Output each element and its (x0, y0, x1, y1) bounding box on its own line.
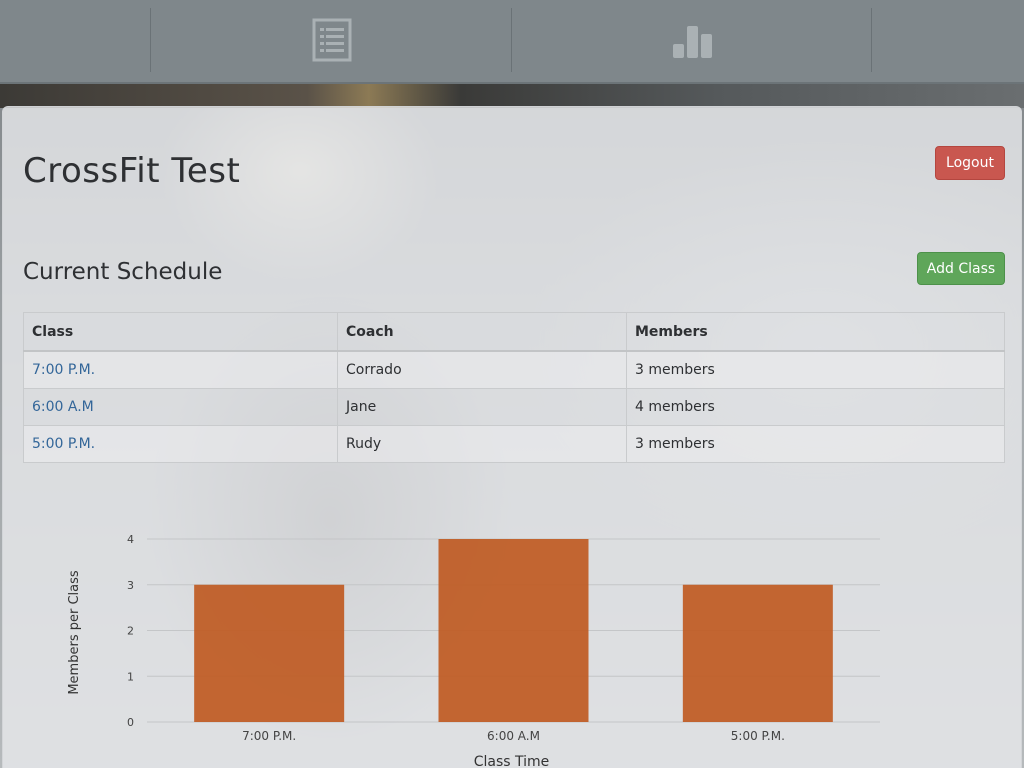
bar (438, 539, 589, 722)
coach-cell: Rudy (337, 425, 627, 463)
class-cell: 6:00 A.M (23, 388, 338, 426)
background-image (0, 84, 1024, 108)
table-row: 5:00 P.M. Rudy 3 members (23, 425, 1005, 463)
class-link[interactable]: 7:00 P.M. (32, 362, 95, 378)
members-cell: 3 members (626, 425, 1005, 463)
page-title: CrossFit Test (23, 151, 241, 191)
x-axis-title: Class Time (474, 754, 550, 768)
y-tick-label: 1 (127, 670, 134, 683)
bar-chart-icon (673, 26, 712, 58)
y-tick-label: 3 (127, 579, 134, 592)
class-link[interactable]: 6:00 A.M (32, 399, 94, 415)
nav-chart-button[interactable] (663, 12, 723, 68)
members-cell: 3 members (626, 350, 1005, 389)
nav-divider (150, 8, 151, 72)
list-icon (312, 18, 352, 62)
class-link[interactable]: 5:00 P.M. (32, 436, 95, 452)
class-cell: 7:00 P.M. (23, 350, 338, 389)
add-class-button[interactable]: Add Class (917, 252, 1005, 285)
bar (194, 584, 345, 722)
x-tick-label: 6:00 A.M (487, 729, 540, 743)
y-axis-title: Members per Class (67, 570, 82, 695)
nav-divider (511, 8, 512, 72)
y-tick-label: 2 (127, 625, 134, 638)
column-header-class: Class (23, 312, 338, 352)
members-chart: 0 1 2 3 4 7:00 P.M. 6:00 A.M 5:00 P.M. Class Tim… (0, 500, 1024, 768)
coach-cell: Corrado (337, 350, 627, 389)
top-navigation (0, 0, 1024, 84)
class-cell: 5:00 P.M. (23, 425, 338, 463)
table-header-row: Class Coach Members (23, 312, 1005, 352)
schedule-table: Class Coach Members 7:00 P.M. Corrado 3 … (23, 312, 1005, 463)
members-cell: 4 members (626, 388, 1005, 426)
table-row: 6:00 A.M Jane 4 members (23, 388, 1005, 426)
y-tick-label: 0 (127, 716, 134, 729)
bar (682, 584, 833, 722)
table-row: 7:00 P.M. Corrado 3 members (23, 350, 1005, 389)
column-header-coach: Coach (337, 312, 627, 352)
nav-schedule-button[interactable] (302, 12, 362, 68)
x-tick-label: 7:00 P.M. (242, 729, 296, 743)
x-tick-label: 5:00 P.M. (731, 729, 785, 743)
coach-cell: Jane (337, 388, 627, 426)
column-header-members: Members (626, 312, 1005, 352)
y-tick-label: 4 (127, 533, 134, 546)
members-bar-chart: 0 1 2 3 4 7:00 P.M. 6:00 A.M 5:00 P.M. Class Tim… (67, 533, 880, 768)
section-title: Current Schedule (23, 259, 223, 285)
nav-divider (871, 8, 872, 72)
logout-button[interactable]: Logout (935, 146, 1005, 180)
